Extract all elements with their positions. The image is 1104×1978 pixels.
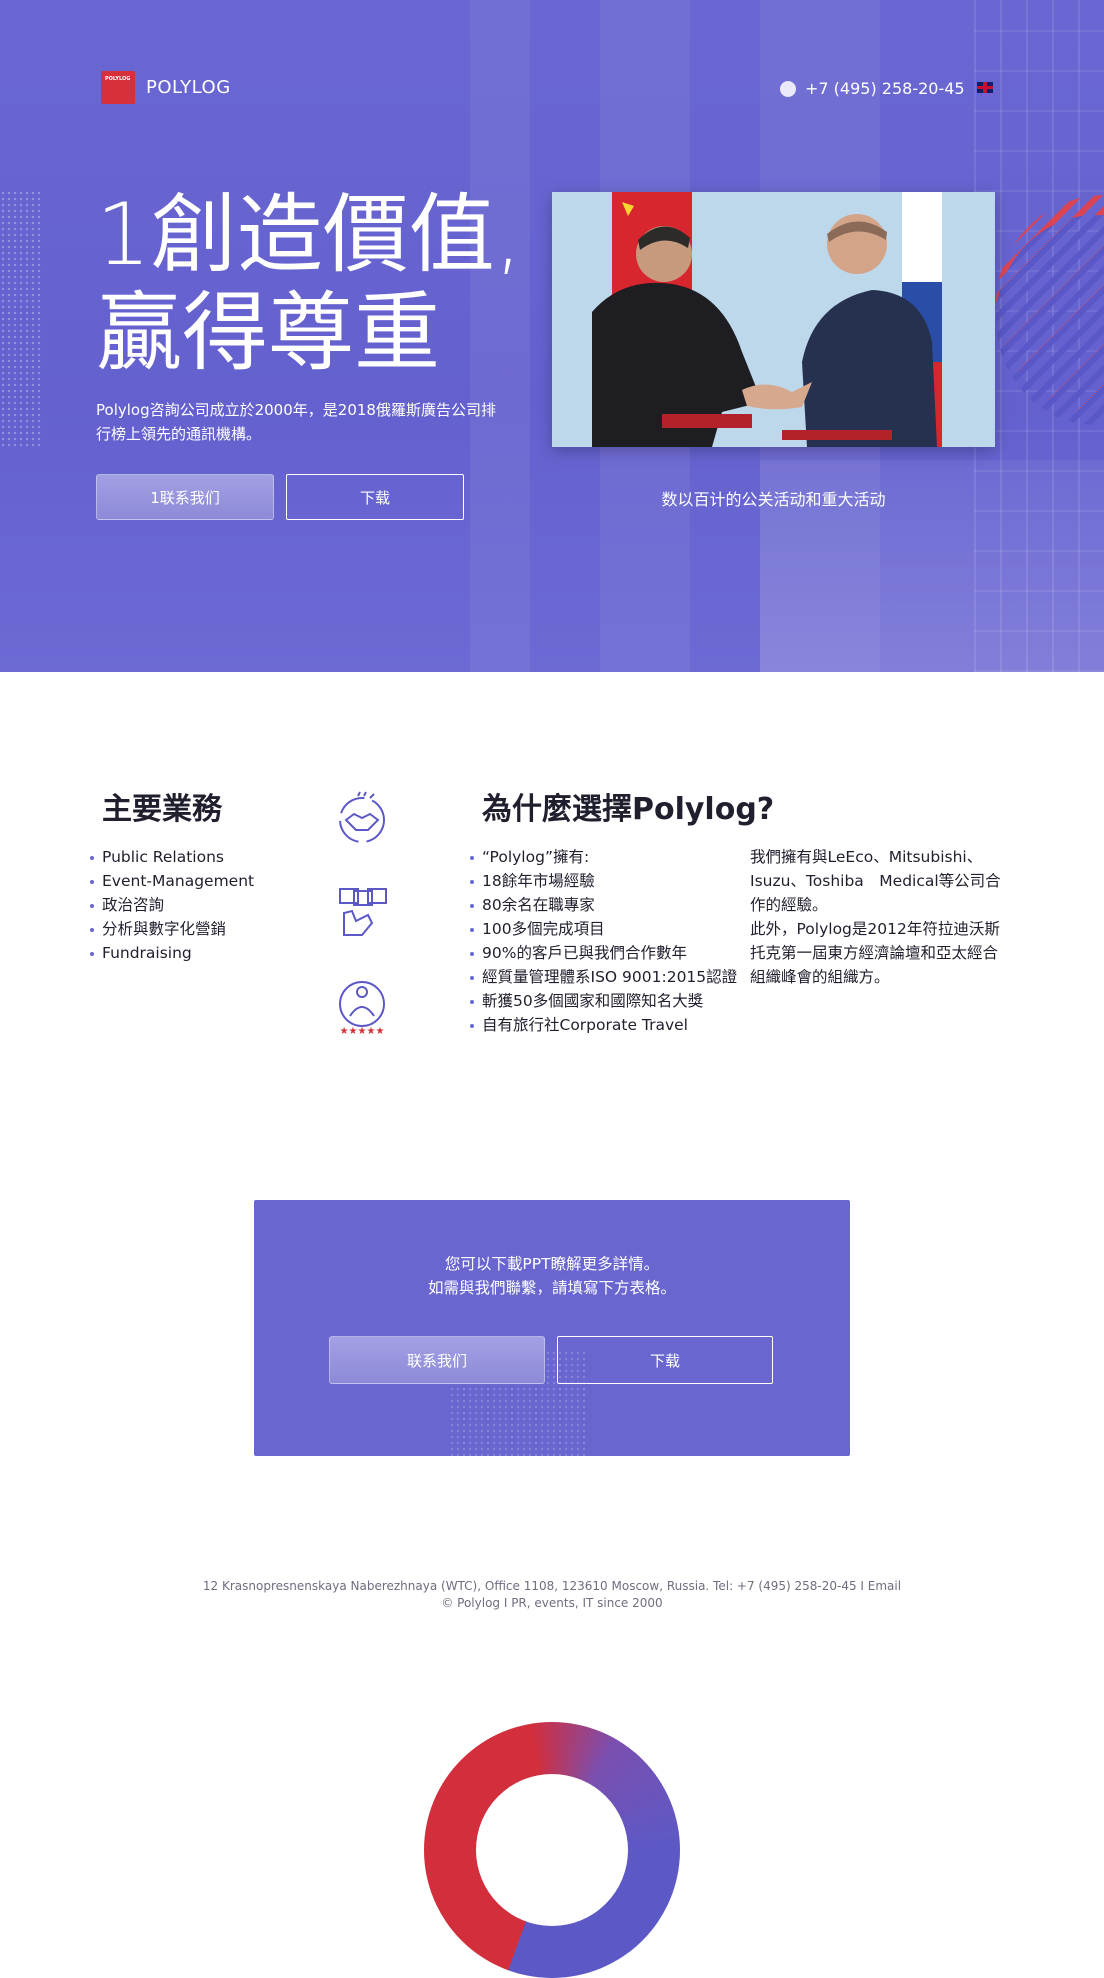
list-item: 斬獲50多個國家和國際知名大獎 [470, 989, 760, 1013]
list-item: 分析與數字化營銷 [90, 917, 310, 941]
hand-cards-icon [339, 888, 387, 936]
cta-box: 您可以下載PPT瞭解更多詳情。 如需與我們聯繫，請填寫下方表格。 联系我们 下载 [254, 1200, 850, 1456]
phone-icon [780, 81, 796, 97]
dot-pattern [0, 190, 44, 450]
why-paragraph-1: 我們擁有與LeEco、Mitsubishi、Isuzu、Toshiba Medi… [750, 848, 1001, 914]
person-rating-icon: ★★★★★ [339, 981, 385, 1036]
cta-download-button[interactable]: 下载 [557, 1336, 773, 1384]
handshake-icon [339, 791, 385, 843]
list-item: “Polylog”擁有: [470, 845, 760, 869]
why-paragraph-2: 此外，Polylog是2012年符拉迪沃斯托克第一屆東方經濟論壇和亞太經合組織峰… [750, 920, 1000, 986]
photo-caption: 数以百计的公关活动和重大活动 [661, 490, 886, 509]
hero-contact-button[interactable]: 1联系我们 [96, 474, 274, 520]
logo-text[interactable]: POLYLOG [146, 77, 231, 98]
hero-description: Polylog咨詢公司成立於2000年，是2018俄羅斯廣告公司排行榜上領先的通… [96, 401, 496, 443]
handshake-photo [552, 192, 995, 447]
headline-line-1: 1創造價值, [96, 185, 523, 285]
footer-copyright: © Polylog I PR, events, IT since 2000 [441, 1596, 663, 1610]
svg-text:★★★★★: ★★★★★ [340, 1026, 385, 1036]
why-title: 為什麼選擇Polylog? [482, 792, 775, 827]
logo-small-text: POLYLOG [105, 76, 131, 82]
list-item: 100多個完成項目 [470, 917, 760, 941]
list-item: 80余名在職專家 [470, 893, 760, 917]
list-item: 90%的客戶已與我們合作數年 [470, 941, 760, 965]
header-phone[interactable]: +7 (495) 258-20-45 [805, 79, 965, 98]
services-list: Public Relations Event-Management 政治咨詢 分… [90, 845, 310, 965]
list-item: 自有旅行社Corporate Travel [470, 1013, 760, 1037]
cta-text: 您可以下載PPT瞭解更多詳情。 如需與我們聯繫，請填寫下方表格。 [254, 1252, 850, 1300]
list-item: Public Relations [90, 845, 310, 869]
cta-line-2: 如需與我們聯繫，請填寫下方表格。 [427, 1279, 676, 1297]
headline-line-2: 贏得尊重 [96, 283, 440, 383]
cta-contact-button[interactable]: 联系我们 [329, 1336, 545, 1384]
list-item: 政治咨詢 [90, 893, 310, 917]
hero-photo [552, 192, 995, 447]
hero-section: POLYLOG POLYLOG +7 (495) 258-20-45 1創造價值… [0, 0, 1104, 672]
list-item: Event-Management [90, 869, 310, 893]
services-title: 主要業務 [102, 792, 222, 827]
list-item: 經質量管理體系ISO 9001:2015認證 [470, 965, 760, 989]
list-item: Fundraising [90, 941, 310, 965]
uk-flag-icon[interactable] [977, 82, 993, 93]
footer: 12 Krasnopresnenskaya Naberezhnaya (WTC)… [0, 1578, 1104, 1612]
decorative-ring-hole [476, 1774, 628, 1926]
list-item: 18餘年市場經驗 [470, 869, 760, 893]
hero-download-button[interactable]: 下载 [286, 474, 464, 520]
logo-icon[interactable]: POLYLOG [101, 71, 135, 104]
hero-headline: 1創造價值, 贏得尊重 [96, 186, 566, 382]
cta-line-1: 您可以下載PPT瞭解更多詳情。 [444, 1255, 660, 1273]
footer-address: 12 Krasnopresnenskaya Naberezhnaya (WTC)… [202, 1579, 902, 1593]
why-list: “Polylog”擁有: 18餘年市場經驗 80余名在職專家 100多個完成項目… [470, 845, 760, 1037]
